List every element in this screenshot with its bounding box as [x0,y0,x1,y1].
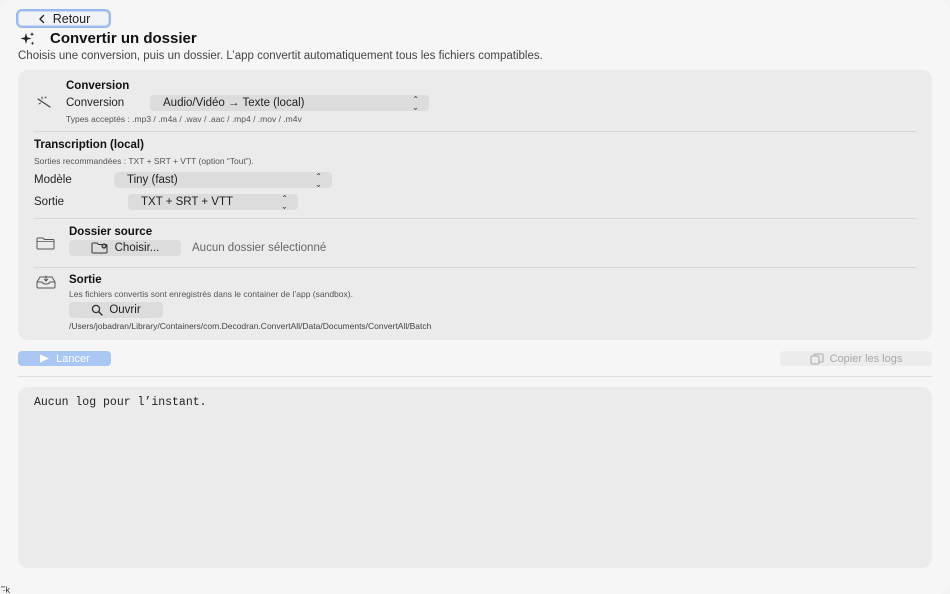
choose-folder-button[interactable]: Choisir... [69,240,181,256]
model-select-value: Tiny (fast) [127,174,178,186]
divider [34,218,916,219]
output-path: /Users/jobadran/Library/Containers/com.D… [69,321,432,331]
run-button[interactable]: Lancer [18,351,111,366]
source-section-title: Dossier source [69,226,153,238]
conversion-label: Conversion [66,97,125,109]
model-select[interactable]: Tiny (fast) ⌃ ⌃ [114,172,332,188]
back-button[interactable]: Retour [16,9,111,28]
output-section-title: Sortie [69,274,102,286]
conversion-section-title: Conversion [66,80,130,92]
back-button-label: Retour [52,11,91,26]
folder-badge-plus-icon [91,242,108,254]
log-text: Aucun log pour l’instant. [34,396,207,409]
conversion-select-value: Audio/Vidéo → Texte (local) [163,97,305,109]
page-subtitle: Choisis une conversion, puis un dossier.… [18,50,543,62]
divider [34,267,916,268]
accepted-types: Types acceptés : .mp3 / .m4a / .wav / .a… [66,114,302,124]
copy-logs-button[interactable]: Copier les logs [780,351,932,366]
magic-wand-icon [37,96,51,108]
magnifying-glass-icon [92,304,104,316]
model-label: Modèle [34,174,72,186]
updown-chevron-icon: ⌃ ⌃ [315,172,322,189]
settings-card: Conversion Conversion Audio/Vidéo → Text… [18,70,932,340]
sparkles-icon [20,31,35,45]
output-description: Les fichiers convertis sont enregistrés … [69,289,353,299]
divider [34,131,916,132]
corner-text: Fk [0,585,10,594]
open-output-button[interactable]: Ouvrir [69,302,163,318]
transcription-section-title: Transcription (local) [34,139,144,151]
transcription-hint: Sorties recommandées : TXT + SRT + VTT (… [34,156,254,166]
logs-panel[interactable]: Aucun log pour l’instant. [18,387,932,568]
copy-logs-label: Copier les logs [829,352,903,365]
updown-chevron-icon: ⌃ ⌃ [412,95,419,112]
choose-folder-label: Choisir... [114,242,160,254]
open-output-label: Ouvrir [109,304,141,316]
folder-icon [36,237,55,250]
app-window: Retour Convertir un dossier Choisis une … [0,0,950,594]
divider [18,376,932,377]
page-header: Convertir un dossier [19,30,197,47]
page-title: Convertir un dossier [50,30,197,47]
chevron-left-icon [39,14,44,23]
copy-doc-icon [810,353,824,364]
tray-download-icon [36,275,56,289]
output-format-select-value: TXT + SRT + VTT [141,196,234,208]
output-format-select[interactable]: TXT + SRT + VTT ⌃ ⌃ [128,194,298,210]
conversion-select[interactable]: Audio/Vidéo → Texte (local) ⌃ ⌃ [150,95,429,111]
play-icon [40,354,50,363]
run-button-label: Lancer [56,352,90,365]
source-folder-status: Aucun dossier sélectionné [192,242,327,254]
output-format-label: Sortie [34,196,65,208]
updown-chevron-icon: ⌃ ⌃ [281,194,288,211]
